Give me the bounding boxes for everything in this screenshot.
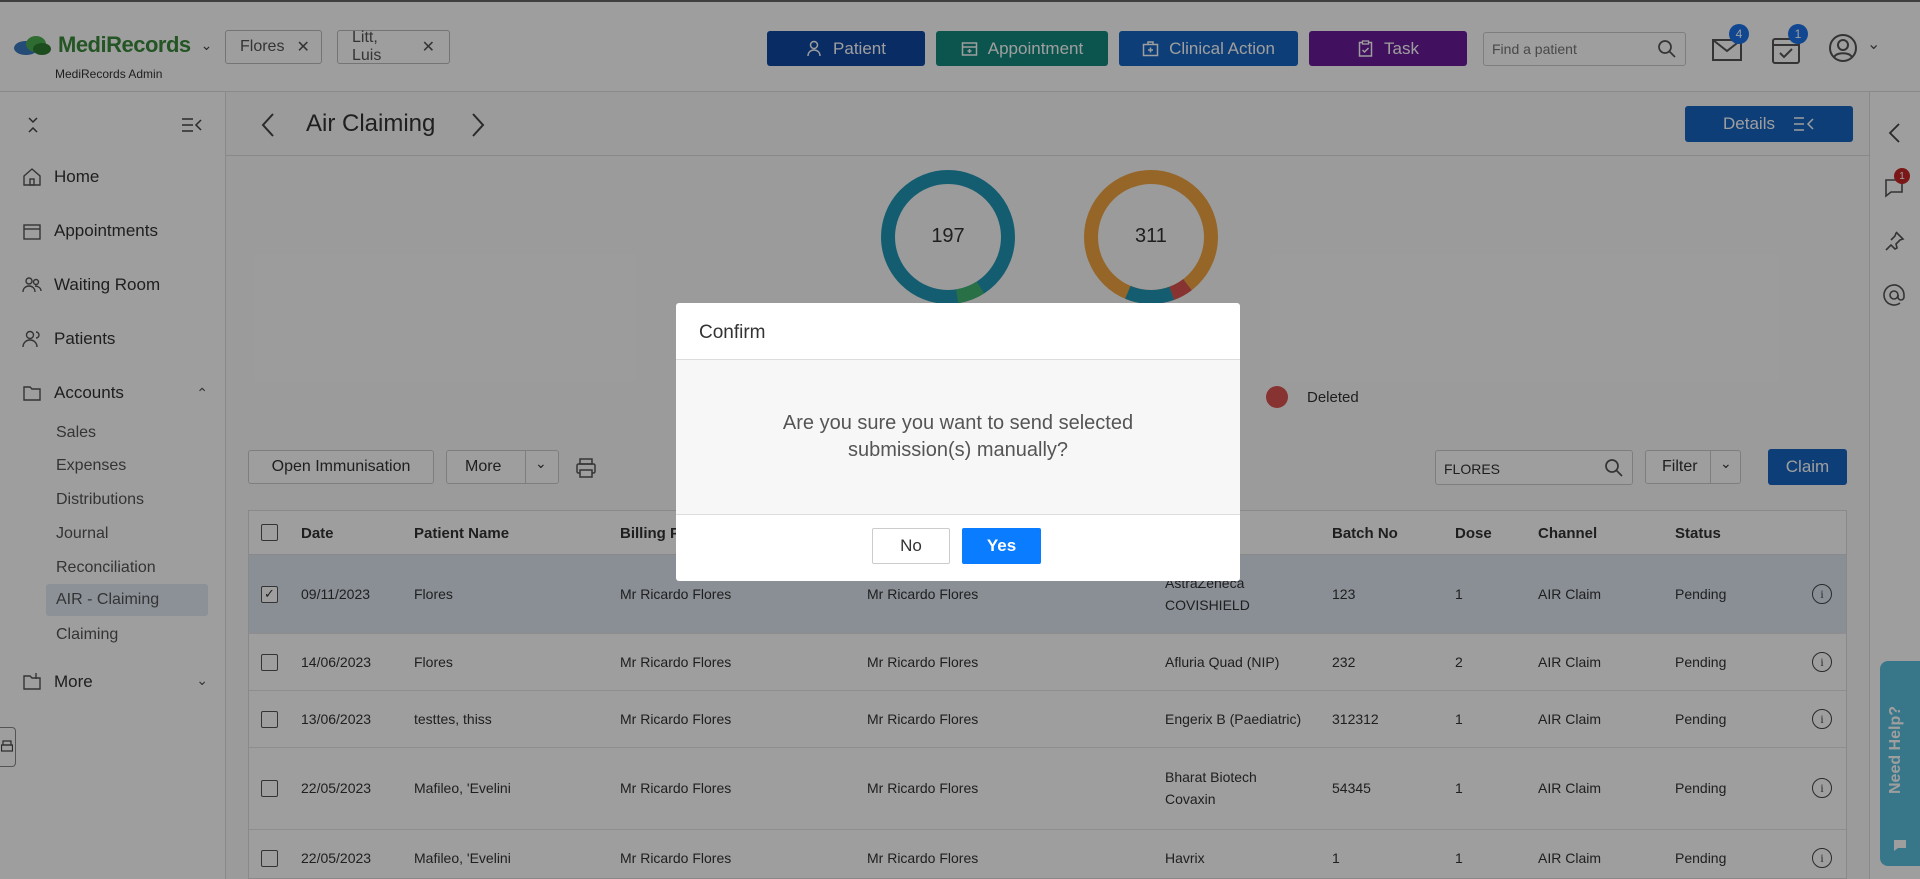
yes-button[interactable]: Yes (962, 528, 1041, 564)
dialog-header: Confirm (676, 303, 1240, 360)
dialog-message: Are you sure you want to send selected s… (782, 412, 1134, 461)
dialog-body: Are you sure you want to send selected s… (676, 360, 1240, 515)
no-button[interactable]: No (872, 528, 950, 564)
dialog-title: Confirm (699, 322, 766, 343)
confirm-dialog: Confirm Are you sure you want to send se… (676, 303, 1240, 581)
